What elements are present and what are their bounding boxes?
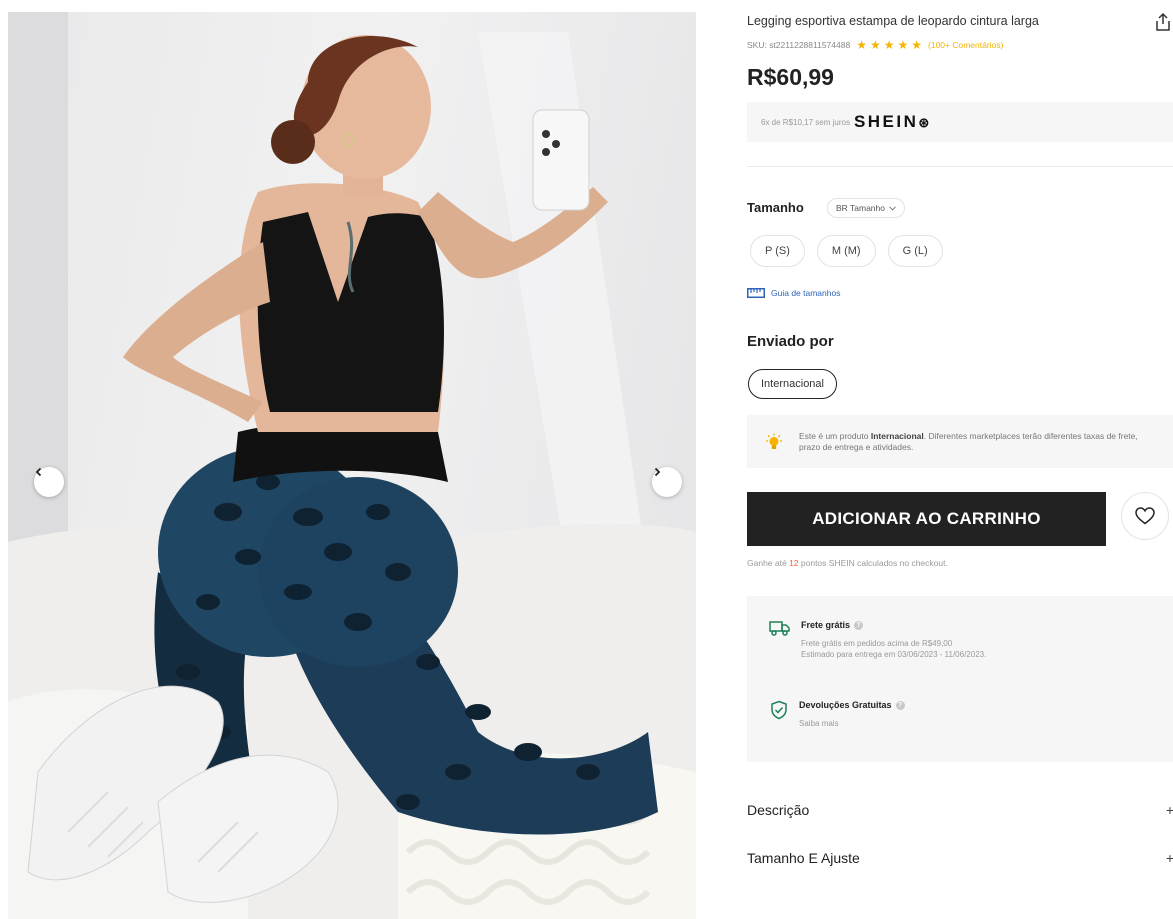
notice-prefix: Este é um produto xyxy=(799,430,871,441)
free-shipping-item: Frete grátis ? Frete grátis em pedidos a… xyxy=(769,620,986,660)
chevron-down-icon xyxy=(889,205,896,211)
shein-pay-logo: SHEIN⊛ xyxy=(853,112,932,131)
size-fit-accordion[interactable]: Tamanho E Ajuste + xyxy=(747,850,1173,866)
description-accordion[interactable]: Descrição + xyxy=(747,802,1173,818)
size-option-g[interactable]: G (L) xyxy=(887,235,943,267)
star-icon: ★ xyxy=(869,38,881,52)
notice-bold: Internacional xyxy=(870,430,924,441)
previous-image-button[interactable] xyxy=(34,467,64,497)
size-options: P (S) M (M) G (L) xyxy=(750,235,943,267)
rating-stars: ★ ★ ★ ★ ★ xyxy=(856,39,925,51)
description-label: Descrição xyxy=(747,802,810,818)
plus-icon: + xyxy=(1165,802,1173,818)
lightbulb-icon xyxy=(766,433,782,449)
help-icon[interactable]: ? xyxy=(854,620,864,630)
plus-icon: + xyxy=(1165,850,1173,866)
free-shipping-title-row: Frete grátis ? xyxy=(801,620,986,630)
next-image-button[interactable] xyxy=(652,467,682,497)
product-photo xyxy=(8,12,696,919)
star-icon: ★ xyxy=(856,38,867,52)
international-option[interactable]: Internacional xyxy=(748,369,837,399)
sku-rating-row: SKU: st2211228811574488 ★ ★ ★ ★ ★ (100+ … xyxy=(747,39,1003,51)
help-icon[interactable]: ? xyxy=(895,700,905,710)
chevron-left-icon xyxy=(35,467,42,477)
product-title: Legging esportiva estampa de leopardo ci… xyxy=(747,14,1039,28)
size-guide-link[interactable]: Guia de tamanhos xyxy=(747,288,840,298)
sku-text: SKU: st2211228811574488 xyxy=(747,40,851,50)
shield-check-icon xyxy=(771,700,787,720)
star-icon: ★ xyxy=(883,38,895,52)
free-returns-title-row: Devoluções Gratuitas ? xyxy=(799,700,905,710)
section-divider xyxy=(747,166,1173,167)
free-shipping-threshold: Frete grátis em pedidos acima de R$49,00 xyxy=(801,639,953,648)
chevron-right-icon xyxy=(654,467,661,477)
size-option-m[interactable]: M (M) xyxy=(816,235,876,267)
installment-banner: 6x de R$10,17 sem juros SHEIN⊛ xyxy=(747,102,1173,142)
free-returns-title: Devoluções Gratuitas xyxy=(799,700,892,710)
points-prefix: Ganhe até xyxy=(747,558,790,568)
size-system-value: BR Tamanho xyxy=(836,203,885,213)
heart-icon xyxy=(1135,507,1155,525)
star-icon: ★ xyxy=(911,38,923,52)
truck-icon xyxy=(769,621,790,636)
wishlist-button[interactable] xyxy=(1121,492,1169,540)
size-system-dropdown[interactable]: BR Tamanho xyxy=(827,198,905,218)
share-button[interactable] xyxy=(1154,12,1172,32)
benefits-panel: Frete grátis ? Frete grátis em pedidos a… xyxy=(747,596,1173,762)
free-returns-item: Devoluções Gratuitas ? Saiba mais xyxy=(769,700,905,729)
size-fit-label: Tamanho E Ajuste xyxy=(747,850,860,866)
points-info: Ganhe até 12 pontos SHEIN calculados no … xyxy=(747,558,948,568)
add-to-cart-button[interactable]: ADICIONAR AO CARRINHO xyxy=(747,492,1106,546)
shein-logo-text: SHEIN xyxy=(853,112,919,131)
free-shipping-title: Frete grátis xyxy=(801,620,851,630)
learn-more-link[interactable]: Saiba mais xyxy=(799,718,905,729)
size-option-p[interactable]: P (S) xyxy=(750,235,805,267)
delivery-estimate: Estimado para entrega em 03/06/2023 - 11… xyxy=(801,650,987,659)
international-notice: Este é um produto Internacional. Diferen… xyxy=(747,415,1173,468)
free-shipping-details: Frete grátis em pedidos acima de R$49,00… xyxy=(801,638,986,660)
ruler-icon xyxy=(747,288,765,298)
international-notice-text: Este é um produto Internacional. Diferen… xyxy=(799,431,1159,453)
installment-text: 6x de R$10,17 sem juros xyxy=(761,117,850,127)
product-image-gallery xyxy=(8,12,696,919)
size-label: Tamanho xyxy=(747,200,804,215)
share-icon xyxy=(1156,12,1170,31)
points-suffix: pontos SHEIN calculados no checkout. xyxy=(798,558,948,568)
size-guide-label: Guia de tamanhos xyxy=(771,288,841,298)
reviews-link[interactable]: (100+ Comentários) xyxy=(928,40,1003,50)
shipped-by-label: Enviado por xyxy=(747,333,834,350)
star-icon: ★ xyxy=(897,38,909,52)
points-value: 12 xyxy=(789,558,799,568)
product-info-panel: Legging esportiva estampa de leopardo ci… xyxy=(747,0,1173,919)
product-price: R$60,99 xyxy=(747,64,834,90)
